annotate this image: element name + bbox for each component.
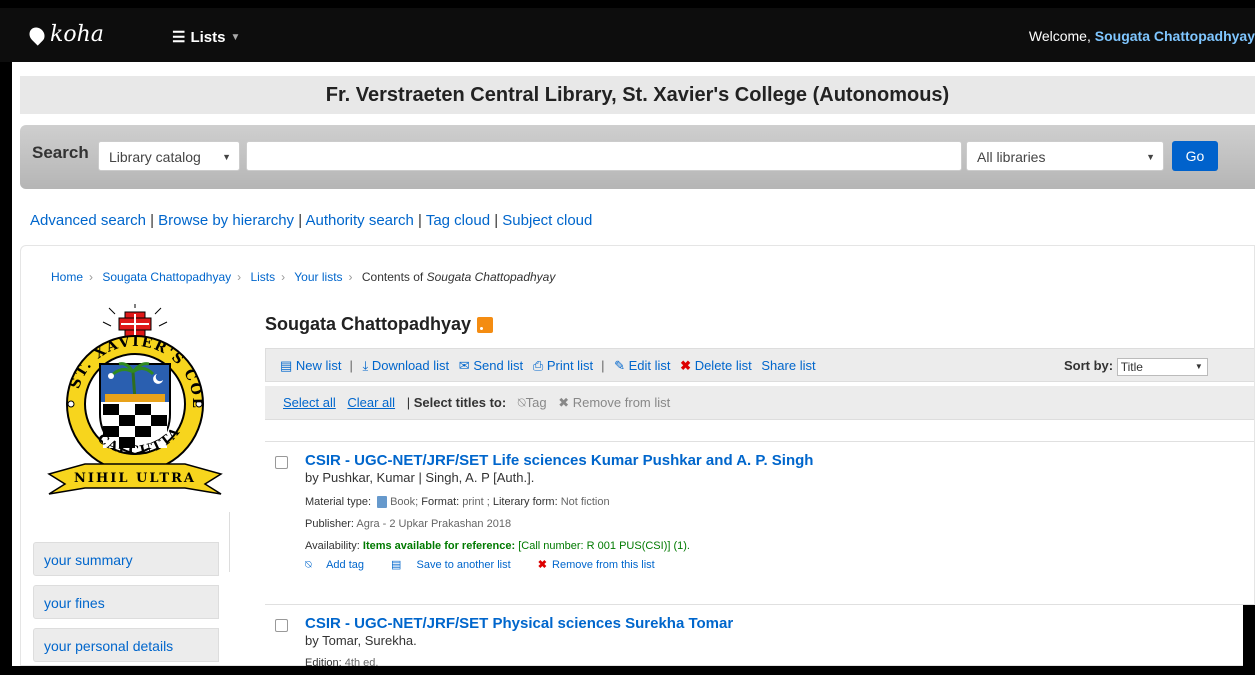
- list-icon: ▤: [391, 559, 402, 571]
- go-button[interactable]: Go: [1172, 141, 1218, 171]
- main-panel: Home › Sougata Chattopadhyay › Lists › Your…: [20, 245, 1255, 669]
- koha-logo[interactable]: koha: [26, 22, 104, 47]
- browse-hierarchy-link[interactable]: Browse by hierarchy: [158, 212, 294, 229]
- breadcrumb-home[interactable]: Home: [51, 270, 83, 284]
- remove-from-list-button[interactable]: ✖ Remove from list: [558, 395, 670, 410]
- search-label: Search: [32, 143, 89, 162]
- tag-selected-button[interactable]: ⍉Tag: [518, 395, 547, 410]
- tag-icon: ⍉: [517, 395, 526, 410]
- dropdown-arrow-icon: ▼: [222, 152, 231, 162]
- sidebar-item-fines[interactable]: your fines: [33, 585, 219, 619]
- remove-icon: ✖: [537, 559, 547, 571]
- sidebar-divider: [229, 512, 230, 572]
- new-list-button[interactable]: ▤ New list: [280, 358, 341, 373]
- list-icon: ☰: [172, 29, 186, 46]
- select-checkbox[interactable]: [275, 456, 288, 469]
- save-to-list-link[interactable]: ▤ Save to another list: [391, 559, 523, 571]
- result-edition-line: Edition: 4th ed.: [305, 657, 379, 669]
- advanced-search-link[interactable]: Advanced search: [30, 212, 146, 229]
- breadcrumb: Home › Sougata Chattopadhyay › Lists › Your…: [51, 270, 556, 284]
- sidebar-item-personal-details[interactable]: your personal details: [33, 628, 219, 662]
- library-name: Fr. Verstraeten Central Library, St. Xav…: [20, 76, 1255, 114]
- delete-icon: ✖: [680, 358, 692, 373]
- search-input[interactable]: [246, 141, 962, 171]
- authority-search-link[interactable]: Authority search: [305, 212, 413, 229]
- edit-list-button[interactable]: ✎ Edit list: [614, 358, 670, 373]
- list-item: CSIR - UGC-NET/JRF/SET Life sciences Kum…: [265, 452, 1254, 612]
- user-link[interactable]: Sougata Chattopadhyay: [1095, 28, 1255, 44]
- sidebar-item-summary[interactable]: your summary: [33, 542, 219, 576]
- result-authors: by Pushkar, Kumar | Singh, A. P [Auth.].: [305, 470, 535, 485]
- select-checkbox[interactable]: [275, 619, 288, 632]
- result-publisher-line: Publisher: Agra - 2 Upkar Prakashan 2018: [305, 518, 512, 530]
- screen-edge: [1243, 605, 1255, 666]
- divider: [265, 604, 1254, 605]
- dropdown-arrow-icon: ▼: [1194, 361, 1203, 371]
- list-title-text: Sougata Chattopadhyay: [265, 314, 472, 334]
- share-list-button[interactable]: Share list: [761, 358, 815, 373]
- result-title-link[interactable]: CSIR - UGC-NET/JRF/SET Life sciences Kum…: [305, 452, 813, 469]
- lists-menu[interactable]: ☰ Lists ▼: [172, 28, 241, 47]
- tag-cloud-link[interactable]: Tag cloud: [426, 212, 490, 229]
- edit-icon: ✎: [614, 358, 625, 373]
- remove-from-this-list-link[interactable]: ✖ Remove from this list: [538, 559, 667, 571]
- remove-icon: ✖: [558, 395, 570, 410]
- library-select-value: All libraries: [977, 149, 1046, 165]
- top-navbar: koha ☰ Lists ▼ Welcome, Sougata Chattopa…: [0, 8, 1255, 62]
- divider: [265, 441, 1254, 442]
- pipe-divider: |: [406, 395, 411, 410]
- envelope-icon: ✉: [458, 358, 470, 373]
- result-actions: ⍉ Add tag ▤ Save to another list ✖ Remov…: [305, 558, 679, 572]
- add-tag-link[interactable]: ⍉ Add tag: [305, 559, 376, 571]
- breadcrumb-lists[interactable]: Lists: [250, 270, 275, 284]
- result-material-line: Material type: Book; Format: print ; Lit…: [305, 496, 610, 509]
- list-item: CSIR - UGC-NET/JRF/SET Physical sciences…: [265, 615, 1254, 675]
- breadcrumb-user[interactable]: Sougata Chattopadhyay: [102, 270, 231, 284]
- select-titles-label: Select titles to:: [413, 395, 507, 410]
- result-title-link[interactable]: CSIR - UGC-NET/JRF/SET Physical sciences…: [305, 615, 733, 632]
- caret-down-icon: ▼: [230, 31, 241, 43]
- send-list-button[interactable]: ✉ Send list: [459, 358, 523, 373]
- result-authors: by Tomar, Surekha.: [305, 633, 417, 648]
- book-icon: [377, 496, 388, 509]
- selection-bar: Select all Clear all | Select titles to:…: [265, 386, 1254, 420]
- breadcrumb-current: Contents of Sougata Chattopadhyay: [361, 270, 556, 284]
- download-list-button[interactable]: ⤓ Download list: [362, 358, 449, 373]
- subject-cloud-link[interactable]: Subject cloud: [502, 212, 592, 229]
- result-availability-line: Availability: Items available for refere…: [305, 540, 690, 552]
- catalog-select-value: Library catalog: [109, 149, 201, 165]
- dropdown-arrow-icon: ▼: [1146, 152, 1155, 162]
- list-icon: ▤: [280, 358, 293, 373]
- welcome-prefix: Welcome,: [1028, 28, 1091, 44]
- lists-label: Lists: [190, 28, 226, 46]
- list-title: Sougata Chattopadhyay: [265, 314, 494, 335]
- print-list-button[interactable]: ⎙ Print list: [533, 358, 593, 373]
- college-crest-logo: ST. XAVIER'S COLLEGE CALCUTTA NIHIL ULTR…: [45, 304, 223, 495]
- welcome-text: Welcome, Sougata Chattopadhyay: [1029, 28, 1255, 44]
- delete-list-button[interactable]: ✖ Delete list: [680, 358, 752, 373]
- download-icon: ⤓: [362, 358, 369, 373]
- search-bar: Search Library catalog ▼ All libraries ▼…: [20, 125, 1255, 189]
- rss-feed-icon[interactable]: [477, 316, 494, 333]
- list-toolbar: ▤ New list | ⤓ Download list ✉ Send list …: [265, 348, 1254, 382]
- breadcrumb-your-lists[interactable]: Your lists: [294, 270, 342, 284]
- sort-by: Sort by: Title ▼: [1064, 349, 1208, 383]
- select-all-link[interactable]: Select all: [283, 395, 336, 410]
- koha-logo-icon: [26, 23, 48, 46]
- catalog-select[interactable]: Library catalog ▼: [98, 141, 240, 171]
- library-select[interactable]: All libraries ▼: [966, 141, 1164, 171]
- sort-by-label: Sort by:: [1064, 358, 1114, 373]
- tag-icon: ⍉: [305, 559, 312, 571]
- search-links: Advanced search | Browse by hierarchy | …: [30, 212, 593, 229]
- svg-text:NIHIL ULTRA: NIHIL ULTRA: [74, 471, 196, 486]
- sort-select[interactable]: Title ▼: [1116, 357, 1208, 376]
- printer-icon: ⎙: [532, 358, 544, 373]
- clear-all-link[interactable]: Clear all: [347, 395, 395, 410]
- logo-text: koha: [50, 22, 104, 47]
